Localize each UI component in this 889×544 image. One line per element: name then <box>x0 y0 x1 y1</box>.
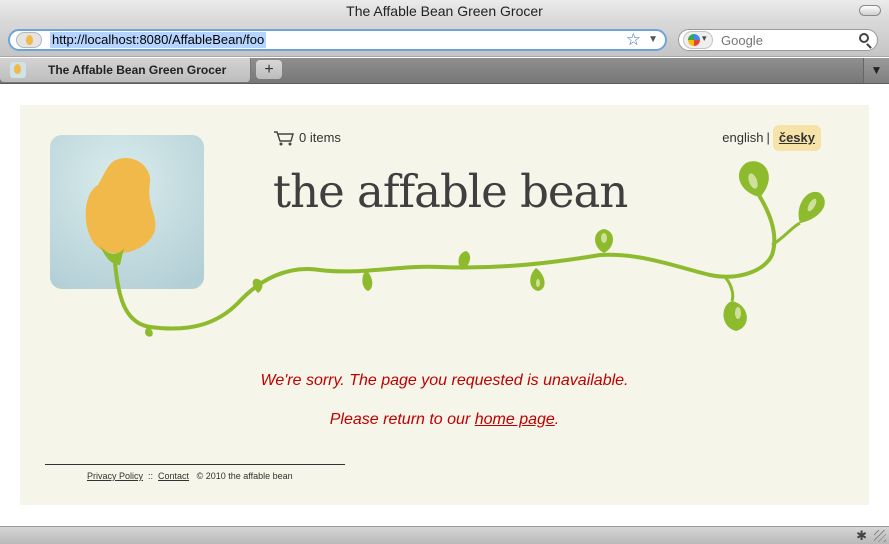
star-icon[interactable]: ☆ <box>626 31 641 49</box>
cart-count[interactable]: 0 items <box>299 130 341 145</box>
address-bar[interactable]: http://localhost:8080/AffableBean/foo ☆ … <box>8 29 667 51</box>
lang-cesky[interactable]: česky <box>772 125 821 151</box>
language-toggle: english | česky <box>722 125 821 151</box>
footer-divider <box>45 464 345 465</box>
leaf <box>362 270 373 291</box>
leaf <box>723 301 747 331</box>
firebug-icon[interactable]: ✱ <box>856 528 867 544</box>
page-viewport: 0 items english | česky the affable bean W… <box>0 85 889 526</box>
tab-bar: The Affable Bean Green Grocer + ▼ <box>0 58 889 84</box>
tab-favicon-icon <box>10 62 26 78</box>
main-container: 0 items english | česky the affable bean W… <box>20 105 869 505</box>
tab-list-icon[interactable]: ▼ <box>863 58 889 83</box>
return-message: Please return to our home page. <box>20 411 869 429</box>
search-bar <box>678 29 878 51</box>
privacy-policy-link[interactable]: Privacy Policy <box>87 471 143 481</box>
lang-english[interactable]: english <box>722 130 763 145</box>
lang-separator: | <box>766 130 770 145</box>
toolbar-toggle-button[interactable] <box>859 5 881 16</box>
tab-label: The Affable Bean Green Grocer <box>48 63 227 77</box>
footer-separator: :: <box>148 471 154 481</box>
error-message: We're sorry. The page you requested is u… <box>260 372 629 389</box>
search-icon[interactable] <box>859 33 869 43</box>
search-input[interactable] <box>721 32 851 48</box>
tab-affable-bean[interactable]: The Affable Bean Green Grocer <box>0 58 251 82</box>
window-titlebar: The Affable Bean Green Grocer <box>0 0 889 24</box>
contact-link[interactable]: Contact <box>158 471 189 481</box>
status-bar: ✱ <box>0 526 889 544</box>
window-title: The Affable Bean Green Grocer <box>346 3 543 19</box>
site-logo-text[interactable]: the affable bean <box>273 165 628 218</box>
resize-grip-icon[interactable] <box>874 530 886 542</box>
url-text[interactable]: http://localhost:8080/AffableBean/foo <box>50 32 267 48</box>
cart-icon[interactable] <box>273 130 295 146</box>
copyright-text: © 2010 the affable bean <box>196 471 293 481</box>
return-prefix: Please return to our <box>329 411 471 428</box>
site-favicon-icon[interactable] <box>16 32 42 48</box>
return-suffix: . <box>554 411 560 428</box>
navigation-bar: http://localhost:8080/AffableBean/foo ☆ … <box>0 24 889 57</box>
footer: Privacy Policy:: Contact © 2010 the affab… <box>87 471 293 481</box>
google-icon[interactable] <box>683 31 713 49</box>
home-page-link[interactable]: home page <box>475 411 555 428</box>
new-tab-button[interactable]: + <box>256 60 282 79</box>
chevron-down-icon[interactable]: ▼ <box>648 32 658 48</box>
